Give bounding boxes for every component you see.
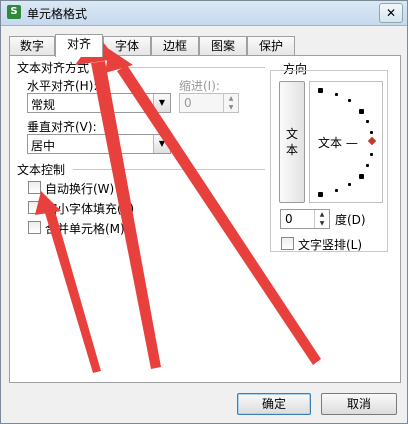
title-bar: S 单元格格式 ✕ <box>1 1 407 26</box>
dial-marker <box>348 99 351 102</box>
degrees-label: 度(D) <box>335 213 366 227</box>
divider <box>73 169 265 170</box>
degrees-stepper[interactable]: 0 ▲ ▼ <box>280 209 330 229</box>
window-title: 单元格格式 <box>27 7 88 21</box>
indent-label: 缩进(I): <box>179 79 220 93</box>
dial-marker <box>318 192 323 197</box>
dial-pointer-icon[interactable] <box>367 136 377 146</box>
horizontal-align-select[interactable]: 常规 ▼ <box>27 93 171 113</box>
horizontal-align-value: 常规 <box>31 98 56 112</box>
dial-marker <box>366 164 369 167</box>
tab-border[interactable]: 边框 <box>151 36 199 56</box>
merge-cells-checkbox[interactable] <box>28 221 41 234</box>
spin-arrows-icon: ▲ ▼ <box>223 94 238 112</box>
degrees-value: 0 <box>285 212 293 226</box>
shrink-to-fit-label: 缩小字体填充(K) <box>45 202 135 216</box>
text-control-group-title: 文本控制 <box>17 163 66 177</box>
spin-arrows-icon: ▲ ▼ <box>314 210 329 228</box>
dial-marker <box>318 88 323 93</box>
vertical-text-button[interactable]: 文本 <box>279 81 305 203</box>
tab-number[interactable]: 数字 <box>9 36 55 56</box>
orientation-dial[interactable]: 文本 — <box>309 81 383 203</box>
dial-text: 文本 — <box>318 136 358 150</box>
app-icon: S <box>7 5 21 19</box>
vertical-align-select[interactable]: 居中 ▼ <box>27 134 171 154</box>
dial-marker <box>359 109 364 114</box>
merge-cells-label: 合并单元格(M) <box>45 222 125 236</box>
alignment-group-title: 文本对齐方式 <box>17 61 90 75</box>
format-cells-dialog: S 单元格格式 ✕ 数字 对齐 字体 边框 图案 保护 文本对齐方式 水平对齐(… <box>0 0 408 424</box>
cancel-button[interactable]: 取消 <box>321 393 397 415</box>
indent-stepper[interactable]: 0 ▲ ▼ <box>179 93 239 113</box>
tab-font[interactable]: 字体 <box>103 36 151 56</box>
dial-marker <box>359 174 364 179</box>
dial-marker <box>366 120 369 123</box>
shrink-to-fit-checkbox[interactable] <box>28 201 41 214</box>
close-button[interactable]: ✕ <box>379 3 403 23</box>
horizontal-align-label: 水平对齐(H): <box>27 79 98 93</box>
dial-marker <box>370 131 373 134</box>
vertical-align-value: 居中 <box>31 139 56 153</box>
tab-alignment[interactable]: 对齐 <box>55 34 103 57</box>
close-icon: ✕ <box>385 6 397 20</box>
chevron-down-icon: ▼ <box>153 94 170 112</box>
dial-marker <box>348 183 351 186</box>
chevron-down-icon: ▼ <box>153 135 170 153</box>
tab-pattern[interactable]: 图案 <box>199 36 247 56</box>
divider <box>105 67 265 68</box>
indent-value: 0 <box>184 96 192 110</box>
tab-protection[interactable]: 保护 <box>247 36 295 56</box>
vertical-align-label: 垂直对齐(V): <box>27 120 97 134</box>
vertical-text-label: 文本 <box>285 127 298 157</box>
wrap-text-label: 自动换行(W) <box>45 182 115 196</box>
dial-marker <box>335 93 338 96</box>
vertical-text-checkbox-label: 文字竖排(L) <box>298 238 363 252</box>
dial-marker <box>370 153 373 156</box>
wrap-text-checkbox[interactable] <box>28 181 41 194</box>
vertical-text-checkbox[interactable] <box>281 237 294 250</box>
ok-button[interactable]: 确定 <box>237 393 311 415</box>
dial-marker <box>335 189 338 192</box>
